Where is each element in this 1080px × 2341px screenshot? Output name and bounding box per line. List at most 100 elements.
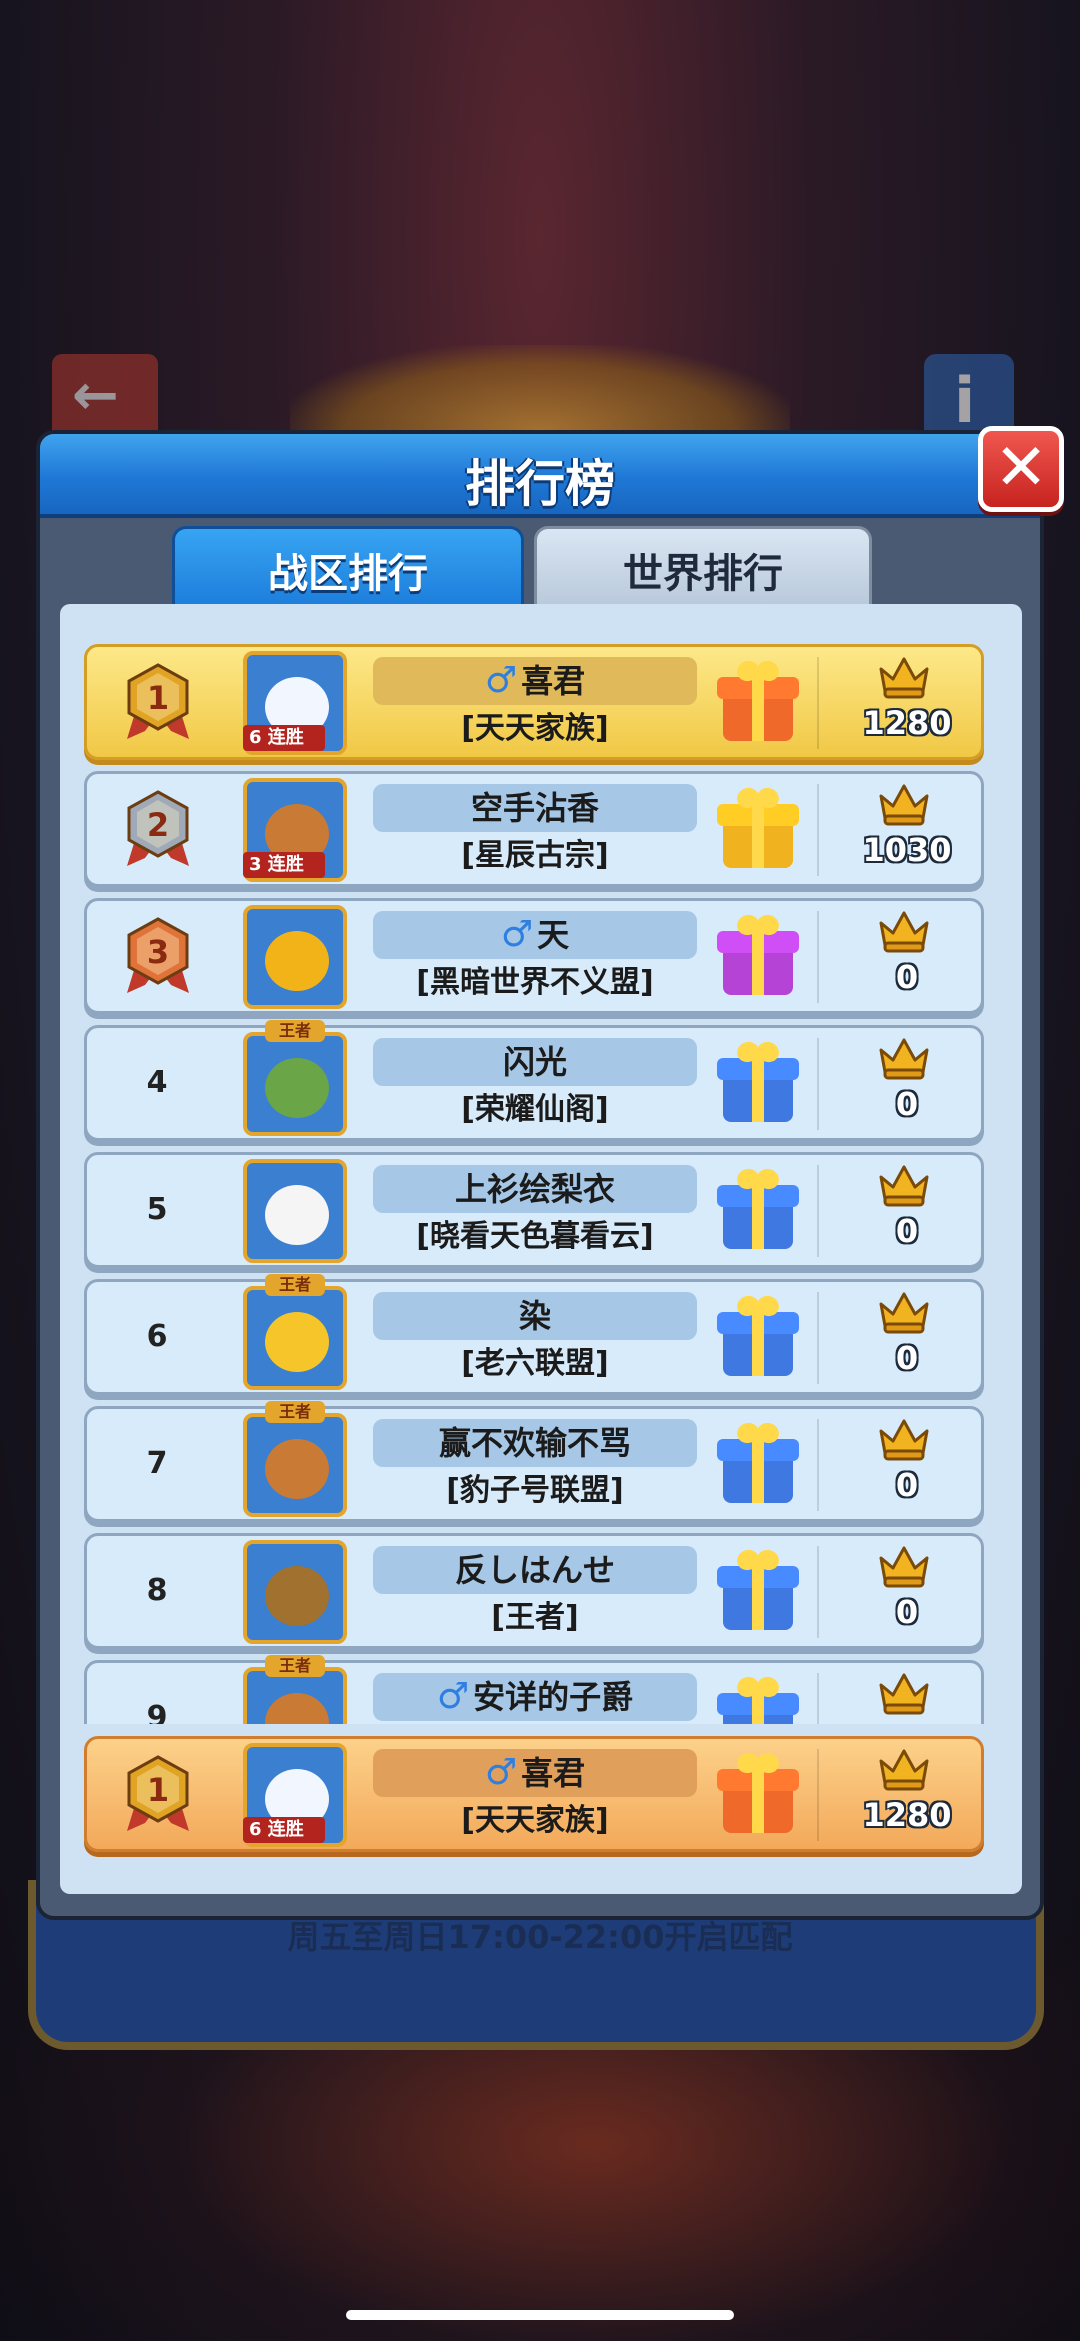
avatar-face: [265, 1439, 329, 1499]
player-name: 染: [373, 1292, 697, 1340]
player-name: 上衫绘梨衣: [373, 1165, 697, 1213]
crown-icon: [879, 784, 929, 826]
gift-icon[interactable]: [717, 1673, 799, 1724]
crown-icon: [879, 1292, 929, 1334]
tab-region-rank[interactable]: 战区排行: [172, 526, 524, 616]
ranking-row[interactable]: 2 3 连胜 空手沾香 [星辰古宗] 1030: [84, 771, 984, 887]
gift-ribbon: [752, 1185, 764, 1249]
ranking-row[interactable]: 7 王者 赢不欢输不骂 [豹子号联盟] 0: [84, 1401, 984, 1522]
crown-score: 0: [895, 1212, 919, 1250]
gift-ribbon: [752, 1058, 764, 1122]
gift-icon[interactable]: [717, 1165, 799, 1251]
gift-ribbon: [752, 1693, 764, 1724]
ranking-row[interactable]: 5 上衫绘梨衣 [晓看天色暮看云] 0: [84, 1152, 984, 1268]
self-rank-row[interactable]: 1 6 连胜 ♂ 喜君 [天天家族] 1280: [84, 1736, 984, 1852]
gold-medal-icon: 1: [127, 663, 189, 739]
ranking-row[interactable]: 3 ♂ 天 [黑暗世界不义盟] 0: [84, 898, 984, 1014]
crown-icon: [879, 1546, 929, 1588]
ranking-list[interactable]: 16 连胜 ♂ 喜君 [天天家族] 1280 2 3 连胜 空手沾香 [星辰古宗] 1030 3 ♂ 天…: [60, 604, 1022, 1894]
medal-rank-number: 3: [147, 933, 169, 971]
medal-rank-number: 1: [147, 679, 169, 717]
row-divider: [817, 657, 819, 749]
close-icon: ✕: [994, 431, 1048, 505]
crown-score: 1280: [862, 1796, 952, 1834]
rank-number: 5: [146, 1192, 168, 1227]
ranking-row[interactable]: 4 王者 闪光 [荣耀仙阁] 0: [84, 1020, 984, 1141]
gift-icon[interactable]: [717, 1546, 799, 1632]
gift-icon[interactable]: [717, 1292, 799, 1378]
row-divider: [817, 911, 819, 1003]
male-gender-icon: ♂: [436, 1676, 470, 1717]
player-name: ♂ 喜君: [373, 657, 697, 705]
row-divider: [817, 1292, 819, 1384]
silver-medal-icon: 2: [127, 790, 189, 866]
avatar-face: [265, 1693, 329, 1724]
crown-icon: [879, 1419, 929, 1461]
player-name: 赢不欢输不骂: [373, 1419, 697, 1467]
player-name: ♂ 天: [373, 911, 697, 959]
ranking-row[interactable]: 9 王者 ♂ 安详的子爵: [84, 1655, 984, 1724]
guild-name: [晓看天色暮看云]: [416, 1219, 654, 1254]
rank-number: 6: [146, 1319, 168, 1354]
gift-icon[interactable]: [717, 784, 799, 870]
player-name: 空手沾香: [373, 784, 697, 832]
ranking-row[interactable]: 8 反しはんせ [王者] 0: [84, 1533, 984, 1649]
gift-icon[interactable]: [717, 911, 799, 997]
gift-ribbon: [752, 931, 764, 995]
gift-icon[interactable]: [717, 1038, 799, 1124]
home-indicator[interactable]: [346, 2310, 734, 2320]
player-avatar[interactable]: [243, 1540, 347, 1644]
medal-rank-number: 1: [147, 1771, 169, 1809]
gift-icon[interactable]: [717, 1419, 799, 1505]
ranking-scroll-area[interactable]: 16 连胜 ♂ 喜君 [天天家族] 1280 2 3 连胜 空手沾香 [星辰古宗] 1030 3 ♂ 天…: [60, 604, 1022, 1724]
gift-icon[interactable]: [717, 1749, 799, 1835]
player-avatar[interactable]: [243, 1413, 347, 1517]
info-icon: i: [954, 364, 976, 437]
guild-name: [老六联盟]: [461, 1346, 609, 1381]
close-button[interactable]: ✕: [978, 426, 1064, 512]
bronze-medal-icon: 3: [127, 917, 189, 993]
gift-ribbon: [752, 1769, 764, 1833]
player-name-text: 喜君: [521, 1754, 586, 1792]
win-streak-badge: 6 连胜: [243, 1817, 325, 1843]
gift-icon[interactable]: [717, 657, 799, 743]
avatar-face: [265, 1566, 329, 1626]
player-name-text: 安详的子爵: [473, 1678, 634, 1716]
crown-icon: [879, 1038, 929, 1080]
male-gender-icon: ♂: [500, 914, 534, 955]
avatar-frame-tag: 王者: [265, 1655, 325, 1677]
player-avatar[interactable]: [243, 905, 347, 1009]
player-avatar[interactable]: [243, 1286, 347, 1390]
crown-score: 1030: [862, 831, 952, 869]
player-name-text: 空手沾香: [470, 789, 599, 827]
player-name: ♂ 喜君: [373, 1749, 697, 1797]
win-streak-badge: 3 连胜: [243, 852, 325, 878]
leaderboard-modal: 排行榜 ✕ 战区排行 世界排行 16 连胜 ♂ 喜君 [天天家族] 1280 2 3 连胜空…: [36, 426, 1064, 1920]
male-gender-icon: ♂: [484, 660, 518, 701]
guild-name: [黑暗世界不义盟]: [416, 965, 654, 1000]
guild-name: [王者]: [491, 1600, 579, 1635]
avatar-frame-tag: 王者: [265, 1274, 325, 1296]
rank-number: 9: [146, 1700, 168, 1724]
ranking-row[interactable]: 1 6 连胜 ♂ 喜君 [天天家族] 1280: [84, 644, 984, 760]
rank-number: 4: [146, 1065, 168, 1100]
modal-title: 排行榜: [465, 455, 615, 513]
gift-ribbon: [752, 1439, 764, 1503]
tab-world-rank[interactable]: 世界排行: [534, 526, 872, 616]
win-streak-badge: 6 连胜: [243, 725, 325, 751]
crown-icon: [879, 657, 929, 699]
player-name-text: 反しはんせ: [454, 1551, 615, 1589]
avatar-frame-tag: 王者: [265, 1020, 325, 1042]
player-name-text: 染: [518, 1297, 551, 1335]
guild-name: [荣耀仙阁]: [461, 1092, 609, 1127]
rank-number: 8: [146, 1573, 168, 1608]
player-avatar[interactable]: [243, 1032, 347, 1136]
player-name: 反しはんせ: [373, 1546, 697, 1594]
player-avatar[interactable]: [243, 1159, 347, 1263]
row-divider: [817, 784, 819, 876]
crown-icon: [879, 911, 929, 953]
player-name: 闪光: [373, 1038, 697, 1086]
gift-ribbon: [752, 804, 764, 868]
ranking-row[interactable]: 6 王者染 [老六联盟] 0: [84, 1274, 984, 1395]
gift-ribbon: [752, 1312, 764, 1376]
